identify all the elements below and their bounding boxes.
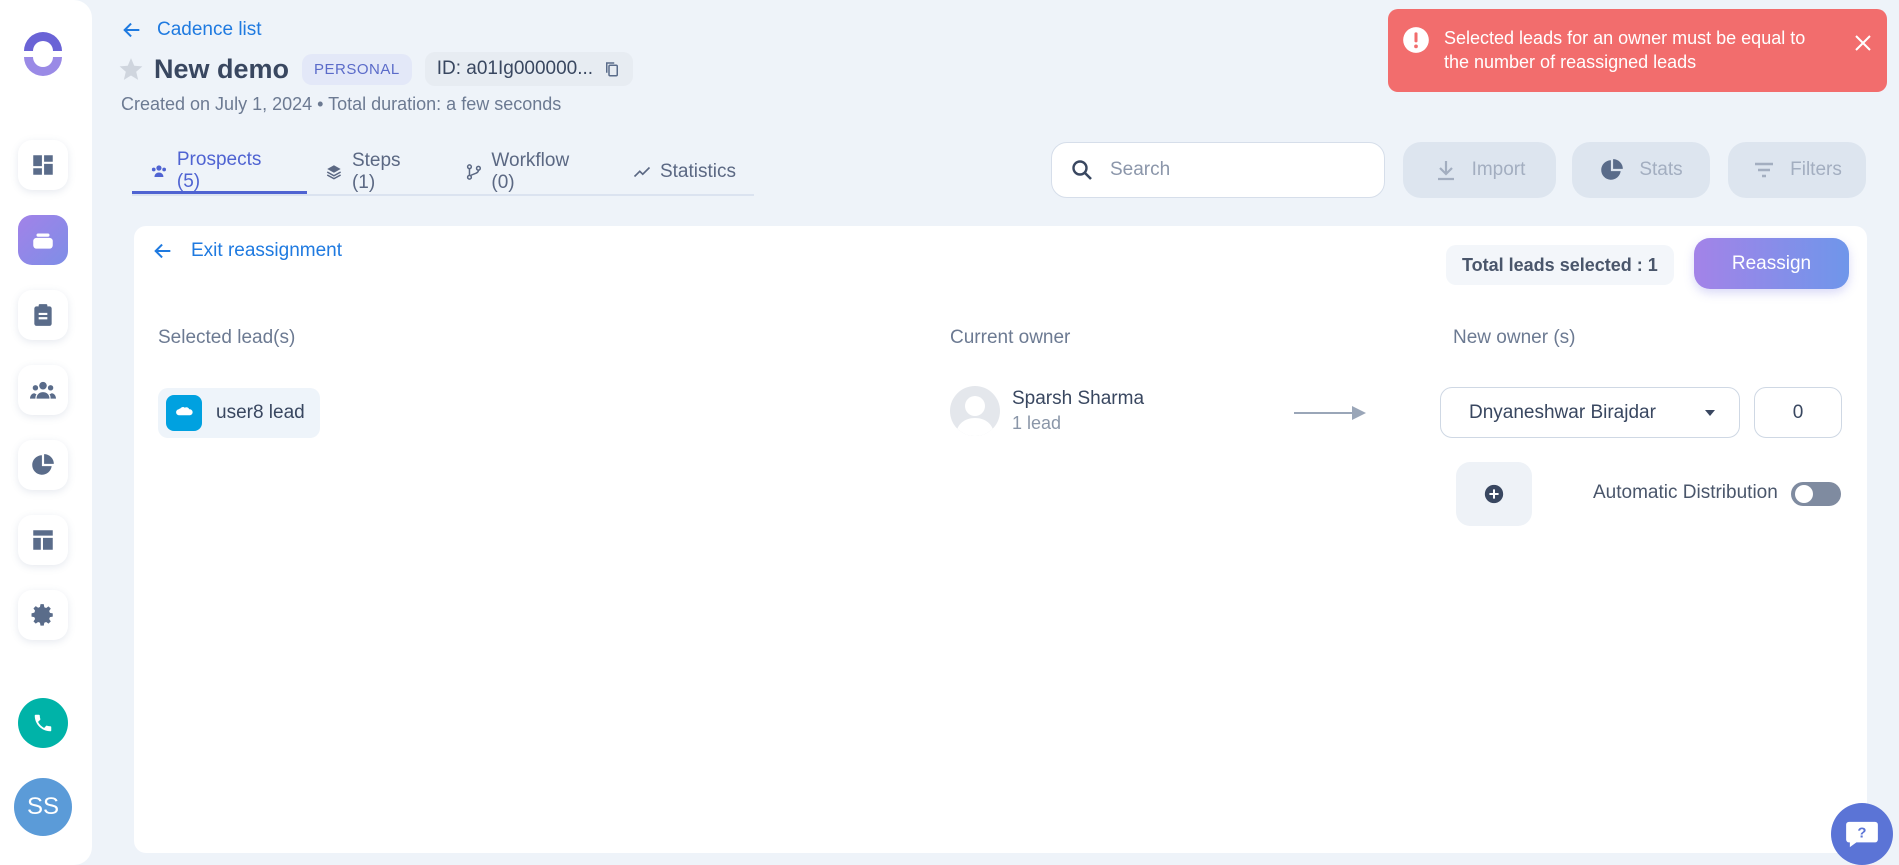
exit-reassignment-label: Exit reassignment <box>191 240 343 261</box>
automatic-distribution-toggle[interactable] <box>1791 482 1841 506</box>
import-label: Import <box>1471 159 1526 180</box>
nav-tasks[interactable] <box>18 290 68 340</box>
help-button[interactable]: ? <box>1831 803 1893 865</box>
nav-people[interactable] <box>18 365 68 415</box>
title-row: New demo PERSONAL ID: a01Ig000000... <box>118 52 634 86</box>
arrow-left-icon <box>154 243 171 259</box>
trend-icon <box>633 166 651 178</box>
reassign-button[interactable]: Reassign <box>1694 238 1849 289</box>
cadence-list-label: Cadence list <box>157 19 262 40</box>
tasks-icon <box>34 304 52 326</box>
cadence-subtitle: Created on July 1, 2024 • Total duration… <box>121 94 562 114</box>
app-logo[interactable] <box>18 29 68 79</box>
personal-badge: PERSONAL <box>302 53 412 85</box>
chevron-down-icon <box>1705 410 1715 416</box>
tab-bar: Prospects (5) Steps (1) Workflow (0) Sta… <box>132 148 754 196</box>
nav-cadences[interactable] <box>18 215 68 265</box>
tab-prospects[interactable]: Prospects (5) <box>132 148 308 194</box>
search-input[interactable] <box>1110 159 1350 181</box>
salesforce-icon <box>166 395 202 431</box>
pie-chart-icon <box>1601 159 1624 180</box>
nav-templates[interactable] <box>18 515 68 565</box>
search-icon <box>1072 160 1092 180</box>
svg-text:?: ? <box>1857 825 1866 842</box>
page-title: New demo <box>154 53 290 84</box>
call-button[interactable] <box>18 698 68 748</box>
lead-name: user8 lead <box>216 402 305 423</box>
branch-icon <box>466 164 481 180</box>
tab-steps[interactable]: Steps (1) <box>307 150 446 194</box>
new-owner-lead-count-input[interactable] <box>1754 387 1842 438</box>
col-current-owner: Current owner <box>950 327 1071 348</box>
cadence-id-text: ID: a01Ig000000... <box>436 58 594 79</box>
tab-statistics[interactable]: Statistics <box>615 150 754 194</box>
nav-settings[interactable] <box>18 590 68 640</box>
dashboard-icon <box>33 155 53 175</box>
tab-steps-label: Steps (1) <box>351 150 401 193</box>
plus-circle-icon <box>1484 484 1504 504</box>
cadence-icon <box>33 233 53 249</box>
cadence-list-link[interactable]: Cadence list <box>121 19 262 41</box>
settings-icon <box>31 604 53 626</box>
col-selected-leads: Selected lead(s) <box>158 327 296 348</box>
new-owner-select[interactable]: Dnyaneshwar Birajdar <box>1440 387 1740 438</box>
cadence-id: ID: a01Ig000000... <box>424 52 634 86</box>
lead-chip: user8 lead <box>158 388 320 438</box>
owner-avatar <box>950 386 1000 436</box>
toast-message: Selected leads for an owner must be equa… <box>1444 28 1806 72</box>
exit-reassignment-link[interactable]: Exit reassignment <box>152 240 342 262</box>
tab-workflow-label: Workflow (0) <box>491 150 570 193</box>
new-owner-value: Dnyaneshwar Birajdar <box>1469 401 1656 423</box>
filter-icon <box>1755 162 1774 178</box>
arrow-left-icon <box>123 22 140 38</box>
total-leads-selected: Total leads selected : 1 <box>1446 245 1674 285</box>
import-button[interactable]: Import <box>1403 142 1556 198</box>
pie-chart-icon <box>32 454 54 475</box>
current-owner-lead-count: 1 lead <box>1012 413 1062 433</box>
arrow-right-icon <box>1294 406 1366 420</box>
layers-icon <box>326 165 342 180</box>
col-new-owner: New owner (s) <box>1453 327 1576 348</box>
star-icon[interactable] <box>118 56 144 82</box>
tab-workflow[interactable]: Workflow (0) <box>447 150 615 194</box>
filters-button[interactable]: Filters <box>1728 142 1866 198</box>
tab-prospects-label: Prospects (5) <box>176 148 262 192</box>
nav-dashboard[interactable] <box>18 140 68 190</box>
tab-statistics-label: Statistics <box>659 161 736 182</box>
add-owner-button[interactable] <box>1456 462 1532 526</box>
alert-icon <box>1403 27 1429 53</box>
people-icon <box>30 381 56 399</box>
nav-analytics[interactable] <box>18 440 68 490</box>
close-icon[interactable] <box>1853 33 1873 53</box>
filters-label: Filters <box>1790 159 1842 180</box>
copy-icon[interactable] <box>603 60 621 78</box>
toggle-knob <box>1795 485 1813 503</box>
current-owner-name: Sparsh Sharma <box>1012 388 1145 409</box>
help-chat-icon: ? <box>1846 821 1878 848</box>
reassignment-card: Exit reassignment Total leads selected :… <box>134 226 1867 853</box>
stats-label: Stats <box>1639 159 1683 180</box>
stats-button[interactable]: Stats <box>1572 142 1710 198</box>
download-icon <box>1437 161 1454 181</box>
people-icon <box>151 164 167 177</box>
search-box <box>1051 142 1385 198</box>
error-toast: Selected leads for an owner must be equa… <box>1388 9 1887 92</box>
user-avatar[interactable]: SS <box>14 778 72 836</box>
template-icon <box>33 530 53 550</box>
sidebar: SS <box>0 0 92 865</box>
phone-icon <box>34 714 52 732</box>
automatic-distribution-label: Automatic Distribution <box>1593 482 1778 503</box>
